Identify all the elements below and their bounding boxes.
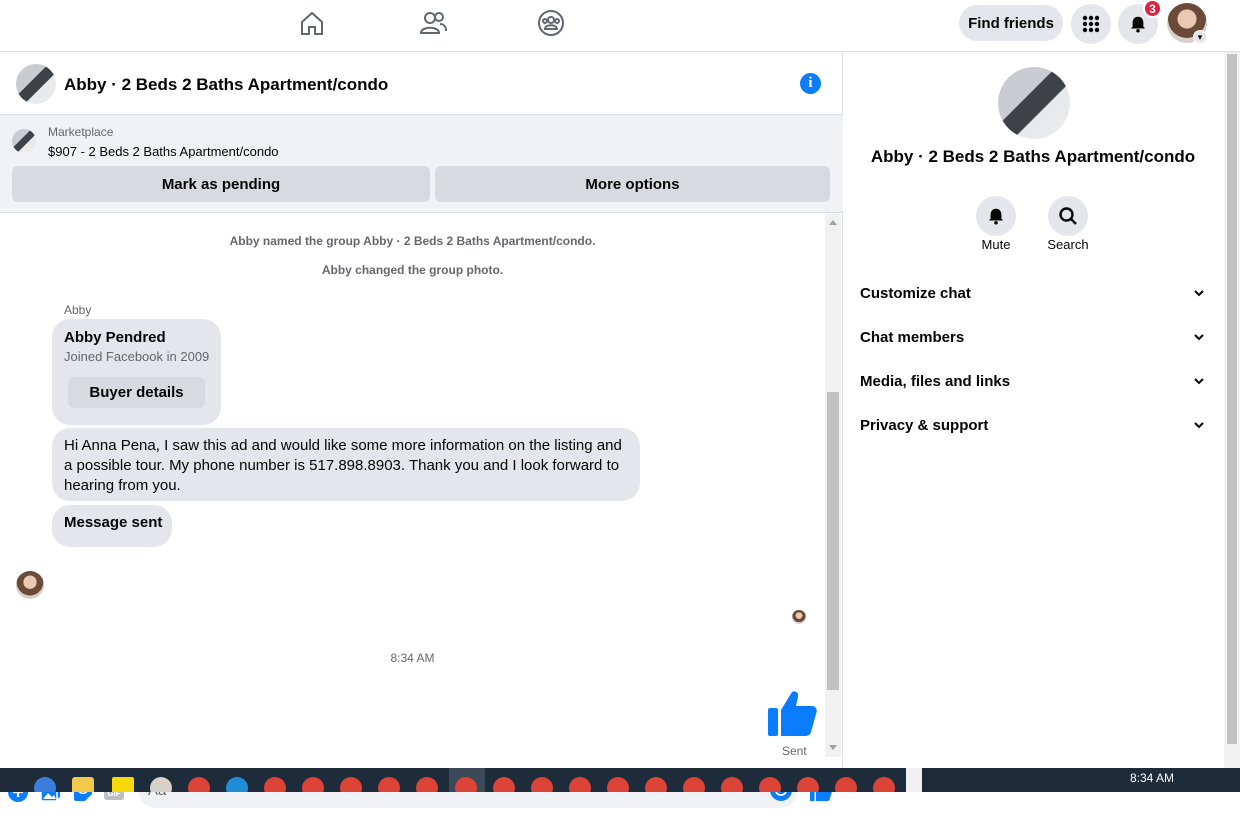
section-label: Media, files and links xyxy=(860,372,1011,390)
chrome-taskbar-icon[interactable] xyxy=(378,777,400,792)
chrome-taskbar-icon[interactable] xyxy=(493,777,515,792)
message-text: Hi Anna Pena, I saw this ad and would li… xyxy=(64,437,622,494)
chat-header: Abby · 2 Beds 2 Baths Apartment/condo i xyxy=(0,52,843,115)
marketplace-banner: Marketplace $907 - 2 Beds 2 Baths Apartm… xyxy=(0,115,843,213)
sidebar-title: Abby · 2 Beds 2 Baths Apartment/condo xyxy=(870,147,1196,166)
account-chevron-down-icon[interactable]: ▾ xyxy=(1193,30,1207,44)
section-label: Chat members xyxy=(860,328,965,346)
chrome-taskbar-icon[interactable] xyxy=(835,777,857,792)
chrome-taskbar-icon[interactable] xyxy=(569,777,591,792)
page-scroll-thumb[interactable] xyxy=(1227,54,1237,744)
profile-card-name: Abby Pendred xyxy=(64,329,166,346)
chrome-taskbar-icon[interactable] xyxy=(873,777,895,792)
chrome-taskbar-icon[interactable] xyxy=(264,777,286,792)
friends-icon[interactable] xyxy=(418,8,448,38)
message-bubble[interactable]: Hi Anna Pena, I saw this ad and would li… xyxy=(52,428,640,501)
search-button[interactable] xyxy=(1048,196,1088,236)
thumbs-up-icon xyxy=(766,688,818,740)
chrome-taskbar-icon[interactable] xyxy=(797,777,819,792)
sent-status: Sent xyxy=(782,744,807,757)
chrome-taskbar-icon[interactable] xyxy=(302,777,324,792)
chevron-down-icon xyxy=(1194,290,1204,297)
message-timestamp: 8:34 AM xyxy=(390,651,435,665)
chevron-down-icon xyxy=(1194,422,1204,429)
search-icon xyxy=(1059,207,1077,225)
os-taskbar: 8:34 AM xyxy=(0,768,1240,792)
home-icon[interactable] xyxy=(297,8,327,38)
listing-title[interactable]: $907 - 2 Beds 2 Baths Apartment/condo xyxy=(48,144,279,159)
chat-members-section[interactable]: Chat members xyxy=(860,322,1206,352)
section-label: Privacy & support xyxy=(860,416,989,434)
chat-title[interactable]: Abby · 2 Beds 2 Baths Apartment/condo xyxy=(64,75,388,95)
profile-card-subtitle: Joined Facebook in 2009 xyxy=(64,349,210,364)
mute-button[interactable] xyxy=(976,196,1016,236)
edge-taskbar-icon[interactable] xyxy=(226,777,248,792)
chrome-taskbar-icon[interactable] xyxy=(455,777,477,792)
app-taskbar-icon[interactable] xyxy=(34,777,56,792)
chat-panel: Abby · 2 Beds 2 Baths Apartment/condo i … xyxy=(0,52,843,808)
system-message: Abby named the group Abby · 2 Beds 2 Bat… xyxy=(229,234,596,248)
grid-icon xyxy=(1082,15,1100,33)
seen-by-avatar xyxy=(792,610,806,624)
chrome-taskbar-icon[interactable] xyxy=(721,777,743,792)
chrome-taskbar-icon[interactable] xyxy=(607,777,629,792)
groups-icon[interactable] xyxy=(536,8,566,38)
chat-scrollbar[interactable] xyxy=(825,214,841,757)
conversation-info-sidebar: Abby · 2 Beds 2 Baths Apartment/condo Mu… xyxy=(844,52,1224,768)
more-options-button[interactable]: More options xyxy=(435,166,830,202)
system-message: Abby changed the group photo. xyxy=(321,263,504,277)
message-text: Message sent xyxy=(64,514,163,531)
scroll-up-arrow-icon[interactable] xyxy=(829,220,837,225)
chrome-taskbar-icon[interactable] xyxy=(416,777,438,792)
system-clock[interactable]: 8:34 AM xyxy=(1130,771,1174,785)
section-label: Customize chat xyxy=(860,284,971,302)
marketplace-label: Marketplace xyxy=(48,125,114,139)
bell-icon xyxy=(988,208,1004,225)
chrome-taskbar-icon[interactable] xyxy=(188,777,210,792)
sender-avatar[interactable] xyxy=(16,571,44,599)
scroll-thumb[interactable] xyxy=(827,392,839,690)
bell-icon xyxy=(1130,16,1146,33)
paint-taskbar-icon[interactable] xyxy=(150,777,172,792)
chrome-taskbar-icon[interactable] xyxy=(340,777,362,792)
info-icon[interactable]: i xyxy=(800,73,821,94)
group-photo-large[interactable] xyxy=(998,67,1070,139)
chrome-taskbar-icon[interactable] xyxy=(645,777,667,792)
top-navigation-bar: Find friends 3 ▾ xyxy=(0,0,1240,52)
notification-badge: 3 xyxy=(1143,0,1162,18)
chrome-taskbar-icon[interactable] xyxy=(759,777,781,792)
menu-grid-button[interactable] xyxy=(1071,4,1111,44)
chevron-down-icon xyxy=(1194,378,1204,385)
mark-as-pending-button[interactable]: Mark as pending xyxy=(12,166,430,202)
message-list: Abby named the group Abby · 2 Beds 2 Bat… xyxy=(0,214,825,757)
search-label: Search xyxy=(1047,237,1089,252)
sender-name: Abby xyxy=(64,303,92,317)
profile-card-bubble: Abby Pendred Joined Facebook in 2009 Buy… xyxy=(52,319,221,425)
chrome-taskbar-icon[interactable] xyxy=(683,777,705,792)
chevron-down-icon xyxy=(1194,334,1204,341)
media-files-links-section[interactable]: Media, files and links xyxy=(860,366,1206,396)
mute-label: Mute xyxy=(981,237,1011,252)
message-bubble[interactable]: Message sent xyxy=(52,505,172,547)
page-scrollbar[interactable] xyxy=(1224,52,1240,768)
privacy-support-section[interactable]: Privacy & support xyxy=(860,410,1206,440)
chrome-taskbar-icon[interactable] xyxy=(531,777,553,792)
show-hidden-icons-chevron-up-icon[interactable] xyxy=(906,768,922,792)
notifications-button[interactable]: 3 xyxy=(1118,0,1162,44)
find-friends-button[interactable]: Find friends xyxy=(959,5,1063,41)
group-photo[interactable] xyxy=(16,64,56,104)
buyer-details-button[interactable]: Buyer details xyxy=(68,377,205,408)
folder-taskbar-icon[interactable] xyxy=(72,777,94,792)
notes-taskbar-icon[interactable] xyxy=(112,777,134,792)
scroll-down-arrow-icon[interactable] xyxy=(829,745,837,750)
customize-chat-section[interactable]: Customize chat xyxy=(860,278,1206,308)
listing-thumbnail[interactable] xyxy=(12,129,36,153)
